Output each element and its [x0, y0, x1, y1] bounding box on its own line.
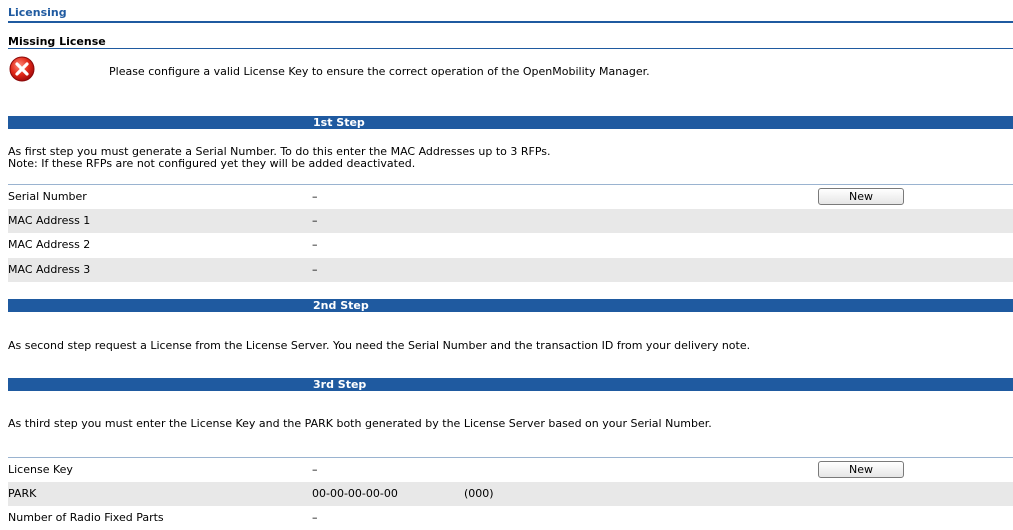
serial-number-label: Serial Number: [8, 190, 87, 203]
park-code: (000): [464, 487, 494, 500]
mac-address-1-row: MAC Address 1 –: [8, 209, 1013, 233]
mac-address-3-value: –: [312, 263, 318, 276]
park-value: 00-00-00-00-00: [312, 487, 398, 500]
page-title: Licensing: [8, 6, 67, 19]
license-key-label: License Key: [8, 463, 73, 476]
park-row: PARK 00-00-00-00-00 (000): [8, 482, 1013, 506]
new-serial-button[interactable]: New: [818, 188, 904, 205]
serial-number-row: Serial Number – New: [8, 185, 1013, 209]
step1-text-line2: Note: If these RFPs are not configured y…: [8, 157, 416, 170]
missing-license-title: Missing License: [8, 35, 106, 48]
error-x-icon: [9, 56, 35, 82]
license-key-row: License Key – New: [8, 458, 1013, 482]
mac-address-1-value: –: [312, 214, 318, 227]
mac-address-3-label: MAC Address 3: [8, 263, 91, 276]
license-key-value: –: [312, 463, 318, 476]
mac-address-3-row: MAC Address 3 –: [8, 258, 1013, 282]
step3-label: 3rd Step: [313, 378, 367, 391]
radio-fixed-parts-row: Number of Radio Fixed Parts –: [8, 506, 1013, 530]
mac-address-2-row: MAC Address 2 –: [8, 233, 1013, 257]
missing-license-message: Please configure a valid License Key to …: [109, 65, 650, 78]
park-label: PARK: [8, 487, 37, 500]
step3-header: 3rd Step: [8, 378, 1013, 391]
radio-fixed-parts-label: Number of Radio Fixed Parts: [8, 511, 164, 524]
new-license-key-button[interactable]: New: [818, 461, 904, 478]
radio-fixed-parts-value: –: [312, 511, 318, 524]
mac-address-1-label: MAC Address 1: [8, 214, 91, 227]
title-divider: [8, 21, 1013, 23]
mac-address-2-value: –: [312, 238, 318, 251]
mac-address-2-label: MAC Address 2: [8, 238, 91, 251]
step3-text: As third step you must enter the License…: [8, 417, 712, 430]
step2-text: As second step request a License from th…: [8, 339, 751, 352]
step2-label: 2nd Step: [313, 299, 369, 312]
section-divider: [8, 48, 1013, 49]
step2-header: 2nd Step: [8, 299, 1013, 312]
step1-header: 1st Step: [8, 116, 1013, 129]
step1-label: 1st Step: [313, 116, 365, 129]
serial-number-value: –: [312, 190, 318, 203]
